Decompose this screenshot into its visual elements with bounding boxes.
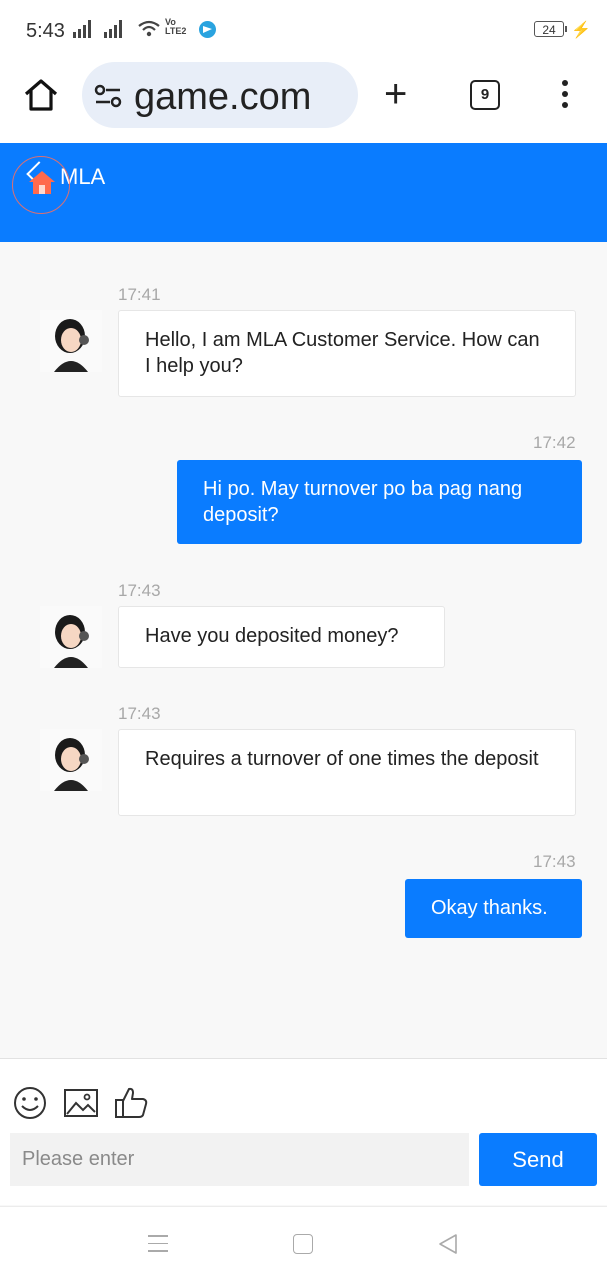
message-time: 17:42	[533, 433, 576, 452]
house-icon[interactable]	[27, 167, 57, 197]
signal-icon	[73, 20, 91, 38]
message-text: Hi po. May turnover po ba pag nang depos…	[203, 478, 523, 526]
agent-avatar	[40, 729, 102, 791]
back-triangle-icon[interactable]	[437, 1233, 459, 1255]
message-text: Hello, I am MLA Customer Service. How ca…	[145, 329, 540, 377]
incoming-message-bubble: Hello, I am MLA Customer Service. How ca…	[118, 310, 576, 397]
address-bar[interactable]: game.com	[82, 62, 358, 128]
emoji-icon[interactable]	[12, 1085, 48, 1121]
message-composer: Send	[0, 1058, 607, 1205]
message-time: 17:41	[118, 285, 161, 304]
outgoing-message-bubble: Hi po. May turnover po ba pag nang depos…	[177, 460, 582, 544]
message-time: 17:43	[533, 852, 576, 871]
wifi-icon	[138, 20, 160, 37]
tab-switcher-button[interactable]: 9	[470, 80, 500, 110]
send-button[interactable]: Send	[479, 1133, 597, 1186]
incoming-message-bubble: Requires a turnover of one times the dep…	[118, 729, 576, 816]
battery-icon: 24	[534, 21, 567, 37]
home-square-icon[interactable]	[293, 1234, 313, 1254]
home-icon[interactable]	[22, 76, 60, 114]
image-icon[interactable]	[63, 1085, 99, 1121]
message-text: Okay thanks.	[431, 897, 548, 919]
message-input[interactable]	[10, 1133, 469, 1186]
status-time: 5:43	[26, 20, 65, 42]
message-text: Have you deposited money?	[145, 625, 399, 647]
agent-avatar	[40, 606, 102, 668]
message-text: Requires a turnover of one times the dep…	[145, 748, 539, 770]
telegram-icon	[199, 21, 216, 38]
status-bar: 5:43 Vo LTE2 24 ⚡	[0, 0, 607, 60]
url-text[interactable]: game.com	[134, 76, 311, 119]
browser-toolbar: game.com + 9	[0, 60, 607, 143]
more-menu-icon[interactable]	[562, 80, 570, 110]
menu-icon[interactable]	[148, 1235, 168, 1253]
outgoing-message-bubble: Okay thanks.	[405, 879, 582, 938]
message-time: 17:43	[118, 581, 161, 600]
charging-icon: ⚡	[571, 22, 591, 39]
agent-avatar	[40, 310, 102, 372]
message-time: 17:43	[118, 704, 161, 723]
signal-icon-2	[104, 20, 122, 38]
new-tab-button[interactable]: +	[384, 74, 407, 114]
chat-header: MLA	[0, 143, 607, 242]
volte-icon: Vo LTE2	[165, 17, 187, 36]
incoming-message-bubble: Have you deposited money?	[118, 606, 445, 668]
thumbs-up-icon[interactable]	[113, 1085, 149, 1121]
system-nav-bar	[0, 1206, 607, 1281]
site-settings-icon[interactable]	[94, 84, 124, 108]
